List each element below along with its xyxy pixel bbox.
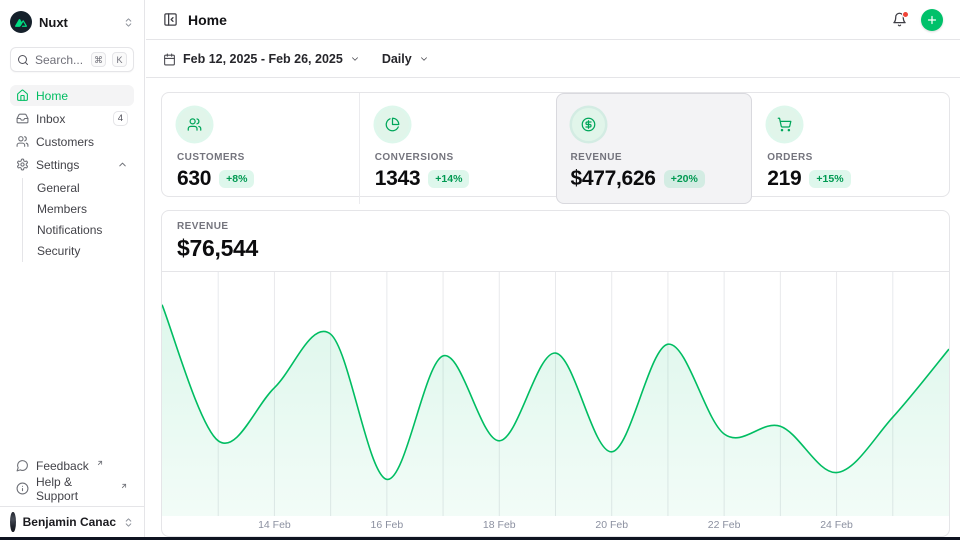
sidebar-item-label: Home: [36, 89, 68, 103]
sidebar-item-security[interactable]: Security: [34, 241, 134, 262]
x-tick-label: 24 Feb: [820, 519, 853, 531]
page-title: Home: [188, 12, 227, 28]
stat-card-customers[interactable]: CUSTOMERS 630 +8%: [162, 93, 359, 204]
user-menu[interactable]: Benjamin Canac: [0, 506, 144, 537]
stat-card-conversions[interactable]: CONVERSIONS 1343 +14%: [359, 93, 556, 204]
chart-metric-value: $76,544: [177, 235, 934, 262]
sidebar-item-notifications[interactable]: Notifications: [34, 220, 134, 241]
granularity-select[interactable]: Daily: [382, 52, 429, 66]
date-range-label: Feb 12, 2025 - Feb 26, 2025: [183, 52, 343, 66]
chevron-down-icon: [350, 54, 360, 64]
stat-label: CONVERSIONS: [375, 152, 541, 163]
shopping-cart-icon: [768, 108, 801, 141]
users-icon: [16, 135, 29, 148]
chat-bubble-icon: [16, 459, 29, 472]
chart-metric-label: REVENUE: [177, 221, 934, 232]
gear-icon: [16, 158, 29, 171]
external-link-icon: [120, 482, 128, 490]
notification-dot: [902, 11, 909, 18]
stat-value: 219: [767, 167, 801, 191]
sidebar-item-label: Help & Support: [36, 475, 113, 503]
kbd-cmd: ⌘: [91, 52, 106, 67]
sidebar-item-customers[interactable]: Customers: [10, 131, 134, 152]
circle-dollar-icon: [572, 108, 605, 141]
sidebar: Nuxt Search... ⌘ K Home Inbox 4 Customer…: [0, 0, 145, 537]
nuxt-logo-icon: [10, 11, 32, 33]
x-tick-label: 22 Feb: [708, 519, 741, 531]
workspace-switcher[interactable]: Nuxt: [10, 10, 134, 34]
users-icon: [178, 108, 211, 141]
notifications-button[interactable]: [892, 12, 907, 27]
sidebar-item-general[interactable]: General: [34, 178, 134, 199]
sidebar-item-label: Inbox: [36, 112, 65, 126]
user-name: Benjamin Canac: [23, 515, 116, 529]
chart-header: REVENUE $76,544: [162, 211, 949, 272]
stat-card-revenue[interactable]: REVENUE $477,626 +20%: [556, 93, 753, 204]
chevrons-up-down-icon: [123, 17, 134, 28]
settings-sub-list: General Members Notifications Security: [22, 178, 134, 262]
change-badge: +14%: [428, 170, 469, 188]
filters-toolbar: Feb 12, 2025 - Feb 26, 2025 Daily: [146, 41, 960, 78]
pie-chart-icon: [376, 108, 409, 141]
avatar: [10, 512, 16, 532]
granularity-label: Daily: [382, 52, 412, 66]
sidebar-item-settings[interactable]: Settings: [10, 154, 134, 175]
sidebar-item-feedback[interactable]: Feedback: [10, 455, 134, 476]
change-badge: +8%: [219, 170, 254, 188]
info-circle-icon: [16, 482, 29, 495]
area-chart-svg: [162, 272, 949, 516]
sidebar-item-label: Customers: [36, 135, 94, 149]
stat-label: ORDERS: [767, 152, 934, 163]
search-input[interactable]: Search... ⌘ K: [10, 47, 134, 72]
sidebar-item-home[interactable]: Home: [10, 85, 134, 106]
change-badge: +20%: [664, 170, 705, 188]
x-tick-label: 14 Feb: [258, 519, 291, 531]
revenue-chart-card: REVENUE $76,544 14 Feb 16 Feb 18 Feb 20 Feb…: [161, 210, 950, 537]
search-placeholder: Search...: [35, 53, 85, 67]
sidebar-item-label: Settings: [36, 158, 79, 172]
sidebar-item-help-support[interactable]: Help & Support: [10, 478, 134, 499]
sidebar-item-inbox[interactable]: Inbox 4: [10, 108, 134, 129]
sidebar-item-label: Feedback: [36, 459, 89, 473]
x-tick-label: 16 Feb: [370, 519, 403, 531]
stat-value: $477,626: [571, 167, 656, 191]
search-icon: [17, 54, 29, 66]
inbox-icon: [16, 112, 29, 125]
chevron-up-icon: [117, 159, 128, 170]
stat-card-orders[interactable]: ORDERS 219 +15%: [752, 93, 949, 204]
plus-icon: [926, 14, 938, 26]
sidebar-item-members[interactable]: Members: [34, 199, 134, 220]
chevron-down-icon: [419, 54, 429, 64]
revenue-area-chart[interactable]: [162, 272, 949, 516]
stat-label: CUSTOMERS: [177, 152, 344, 163]
add-button[interactable]: [921, 9, 943, 31]
chevrons-up-down-icon: [123, 517, 134, 528]
top-header: Home: [146, 0, 960, 40]
calendar-icon: [163, 53, 176, 66]
x-tick-label: 18 Feb: [483, 519, 516, 531]
change-badge: +15%: [809, 170, 850, 188]
date-range-picker[interactable]: Feb 12, 2025 - Feb 26, 2025: [163, 52, 360, 66]
inbox-count-badge: 4: [113, 111, 128, 126]
chart-x-axis: 14 Feb 16 Feb 18 Feb 20 Feb 22 Feb 24 Feb: [162, 516, 949, 536]
kbd-k: K: [112, 52, 127, 67]
stat-label: REVENUE: [571, 152, 738, 163]
stat-value: 630: [177, 167, 211, 191]
collapse-sidebar-button[interactable]: [163, 12, 178, 27]
home-icon: [16, 89, 29, 102]
x-tick-label: 20 Feb: [595, 519, 628, 531]
stats-row: CUSTOMERS 630 +8% CONVERSIONS 1343 +14% …: [161, 92, 950, 197]
stat-value: 1343: [375, 167, 421, 191]
workspace-name: Nuxt: [39, 15, 116, 30]
external-link-icon: [96, 459, 104, 467]
